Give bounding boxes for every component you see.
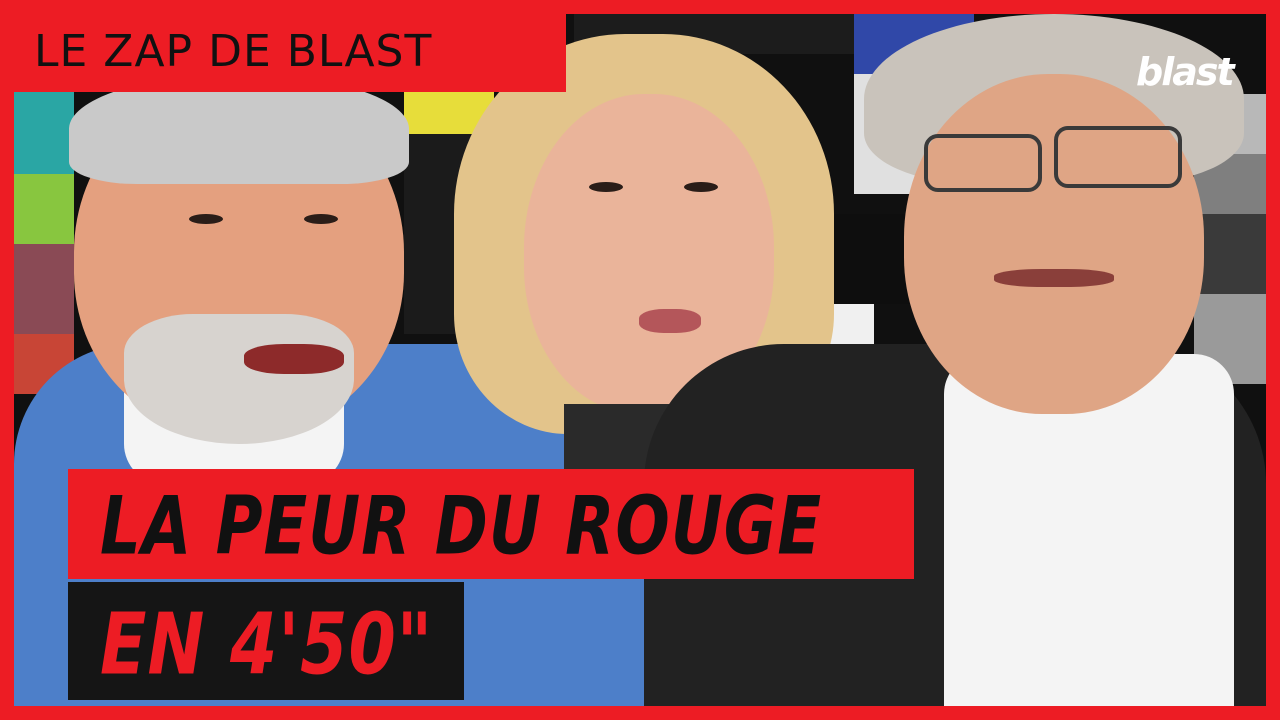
headline-line2-box: EN 4'50" — [68, 582, 464, 700]
series-title: LE ZAP DE BLAST — [34, 26, 433, 77]
thumbnail-frame: LE ZAP DE BLAST blast LA PEUR DU ROUGE E… — [0, 0, 1280, 720]
headline-line1: LA PEUR DU ROUGE — [100, 481, 823, 574]
series-title-banner: LE ZAP DE BLAST — [14, 14, 566, 92]
headline-line2: EN 4'50" — [100, 596, 434, 695]
glasses-left-lens — [924, 134, 1042, 192]
blast-logo: blast — [1136, 50, 1235, 94]
right-man-photo — [644, 14, 1266, 706]
thumbnail-canvas: LE ZAP DE BLAST blast LA PEUR DU ROUGE E… — [14, 14, 1266, 706]
glasses-right-lens — [1054, 126, 1182, 188]
headline-line1-box: LA PEUR DU ROUGE — [68, 469, 914, 579]
